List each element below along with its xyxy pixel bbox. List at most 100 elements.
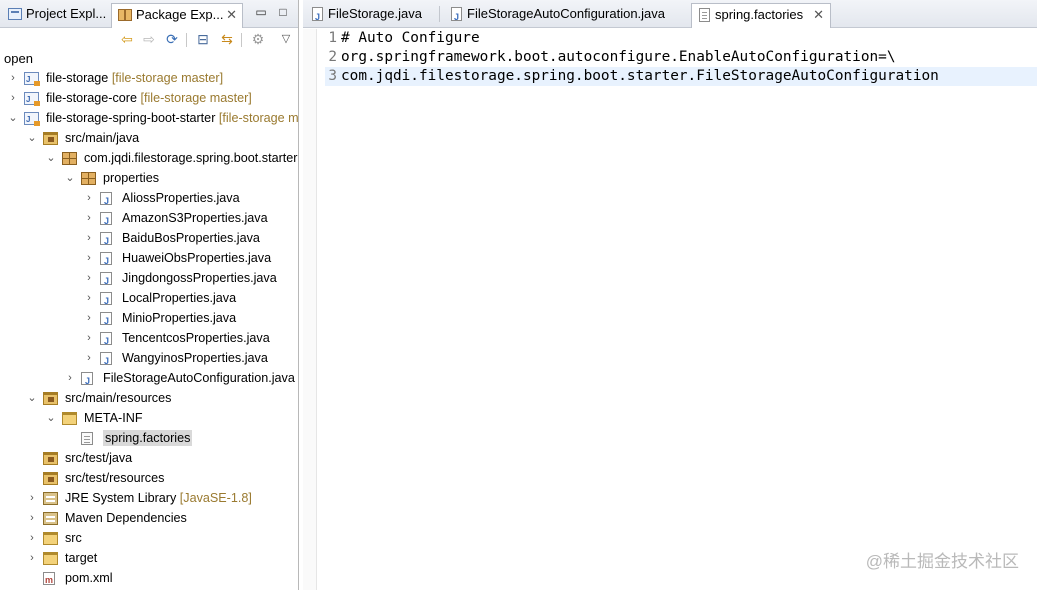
minimize-icon[interactable]: ▭	[254, 5, 268, 19]
chevron-right-icon[interactable]: ›	[8, 88, 18, 108]
code-line[interactable]: 2 org.springframework.boot.autoconfigure.…	[325, 48, 1037, 67]
tree-item-label: FileStorageAutoConfiguration.java	[103, 371, 295, 385]
tree-scrollbar[interactable]	[296, 68, 298, 588]
editor-tab-label: spring.factories	[715, 7, 804, 22]
tree-item-label-group: file-storage [file-storage master]	[46, 68, 223, 88]
xml-file-icon	[43, 570, 55, 590]
chevron-right-icon[interactable]: ›	[84, 248, 94, 268]
chevron-right-icon[interactable]: ›	[27, 528, 37, 548]
tree-item[interactable]: › AliossProperties.java	[0, 188, 298, 211]
chevron-right-icon[interactable]: ›	[84, 328, 94, 348]
tree-item[interactable]: › MinioProperties.java	[0, 308, 298, 331]
chevron-down-icon[interactable]: ⌄	[46, 148, 56, 168]
code-text-area[interactable]: 1 # Auto Configure 2 org.springframework.bo…	[325, 29, 1037, 86]
chevron-right-icon[interactable]: ›	[84, 348, 94, 368]
tree-item[interactable]: ⌄ com.jqdi.filestorage.spring.boot.starte…	[0, 148, 298, 168]
chevron-right-icon[interactable]: ›	[84, 188, 94, 208]
link-with-editor-icon[interactable]: ⇆	[218, 31, 236, 48]
chevron-right-icon[interactable]: ›	[27, 488, 37, 508]
tree-item-label-group: src	[65, 528, 82, 548]
close-icon[interactable]: ✕	[813, 4, 824, 26]
chevron-right-icon[interactable]: ›	[8, 68, 18, 88]
tree-item-label: src/test/resources	[65, 471, 165, 485]
tab-project-explorer[interactable]: Project Expl...	[2, 3, 109, 28]
editor-tab-filestorage[interactable]: FileStorage.java	[305, 3, 435, 28]
chevron-right-icon[interactable]: ›	[84, 268, 94, 288]
package-explorer-icon	[118, 9, 132, 21]
collapse-all-icon[interactable]: ⊟	[194, 31, 212, 48]
chevron-down-icon[interactable]: ⌄	[27, 388, 37, 408]
chevron-down-icon[interactable]: ⌄	[65, 168, 75, 188]
tab-separator	[439, 6, 440, 22]
maximize-icon[interactable]: □	[276, 5, 290, 19]
tree-item-label-group: AmazonS3Properties.java	[122, 208, 268, 228]
code-line-text: # Auto Configure	[341, 30, 480, 46]
code-line[interactable]: 3 com.jqdi.filestorage.spring.boot.starte…	[325, 67, 1037, 86]
tree-item[interactable]: src/test/resources	[0, 468, 298, 488]
close-icon[interactable]: ✕	[226, 4, 237, 26]
tab-package-explorer[interactable]: Package Exp... ✕	[111, 3, 243, 28]
chevron-down-icon[interactable]: ⌄	[27, 128, 37, 148]
tree-item[interactable]: src/test/java	[0, 448, 298, 468]
tree-item[interactable]: › HuaweiObsProperties.java	[0, 248, 298, 271]
editor-tab-label: FileStorage.java	[328, 6, 422, 21]
tree-item[interactable]: › file-storage [file-storage master]	[0, 68, 298, 90]
chevron-right-icon[interactable]: ›	[27, 508, 37, 528]
chevron-right-icon[interactable]: ›	[84, 288, 94, 308]
tree-item-label: com.jqdi.filestorage.spring.boot.starter	[84, 151, 298, 165]
sync-icon[interactable]: ⟳	[163, 31, 181, 48]
forward-icon[interactable]: ⇨	[140, 31, 158, 48]
tree-item[interactable]: ⌄ META-INF	[0, 408, 298, 428]
project-explorer-icon	[8, 8, 22, 20]
tree-item-label: file-storage-core	[46, 91, 137, 105]
tree-item-label: file-storage	[46, 71, 109, 85]
tree-item-label-group: com.jqdi.filestorage.spring.boot.starter	[84, 148, 298, 168]
tree-item-label: properties	[103, 171, 160, 185]
filter-text[interactable]: open	[4, 52, 33, 66]
tree-item[interactable]: spring.factories	[0, 428, 298, 448]
tree-item[interactable]: › src	[0, 528, 298, 548]
tree-item[interactable]: › target	[0, 548, 298, 568]
chevron-down-icon[interactable]: ⌄	[46, 408, 56, 428]
chevron-down-icon[interactable]: ⌄	[8, 108, 18, 128]
folder-icon	[43, 532, 58, 545]
editor-tab-spring-factories[interactable]: spring.factories ✕	[691, 3, 831, 28]
tree-item[interactable]: › file-storage-core [file-storage master]	[0, 88, 298, 110]
editor-tab-filestorage-autoconfiguration[interactable]: FileStorageAutoConfiguration.java	[444, 3, 684, 28]
back-icon[interactable]: ⇦	[118, 31, 136, 48]
view-menu-icon[interactable]: ▽	[277, 31, 295, 48]
chevron-right-icon[interactable]: ›	[84, 228, 94, 248]
tree-item-label: JingdongossProperties.java	[122, 271, 277, 285]
git-decoration: [JavaSE-1.8]	[179, 491, 252, 505]
tree-item[interactable]: › AmazonS3Properties.java	[0, 208, 298, 231]
java-file-icon	[100, 191, 112, 211]
tree-item-label-group: JRE System Library [JavaSE-1.8]	[65, 488, 252, 508]
tree-item[interactable]: › JingdongossProperties.java	[0, 268, 298, 291]
chevron-right-icon[interactable]: ›	[27, 548, 37, 568]
tree-item[interactable]: › WangyinosProperties.java	[0, 348, 298, 371]
tree-item-label-group: src/main/java	[65, 128, 139, 148]
tree-item[interactable]: › Maven Dependencies	[0, 508, 298, 528]
tree-item-label-group: LocalProperties.java	[122, 288, 236, 308]
chevron-right-icon[interactable]: ›	[65, 368, 75, 388]
tree-item[interactable]: pom.xml	[0, 568, 298, 590]
tree-item[interactable]: › TencentcosProperties.java	[0, 328, 298, 351]
toolbar-separator	[186, 33, 187, 47]
tree-item-label-group: properties	[103, 168, 159, 188]
tree-item-label-group: FileStorageAutoConfiguration.java	[103, 368, 295, 388]
chevron-right-icon[interactable]: ›	[84, 208, 94, 228]
chevron-right-icon[interactable]: ›	[84, 308, 94, 328]
tree-item-label-group: src/test/resources	[65, 468, 164, 488]
tree-item[interactable]: › FileStorageAutoConfiguration.java	[0, 368, 298, 391]
tree-item[interactable]: › JRE System Library [JavaSE-1.8]	[0, 488, 298, 508]
tree-item[interactable]: › LocalProperties.java	[0, 288, 298, 311]
tree-item-label-group: JingdongossProperties.java	[122, 268, 277, 288]
tree-item[interactable]: ⌄ src/main/java	[0, 128, 298, 148]
tree-item[interactable]: ⌄ properties	[0, 168, 298, 188]
tree-item[interactable]: ⌄ src/main/resources	[0, 388, 298, 408]
code-line[interactable]: 1 # Auto Configure	[325, 29, 1037, 48]
project-icon	[24, 90, 40, 110]
tree-item[interactable]: ⌄ file-storage-spring-boot-starter [file-…	[0, 108, 298, 130]
filter-icon[interactable]: ⚙	[249, 31, 267, 48]
tree-item[interactable]: › BaiduBosProperties.java	[0, 228, 298, 251]
